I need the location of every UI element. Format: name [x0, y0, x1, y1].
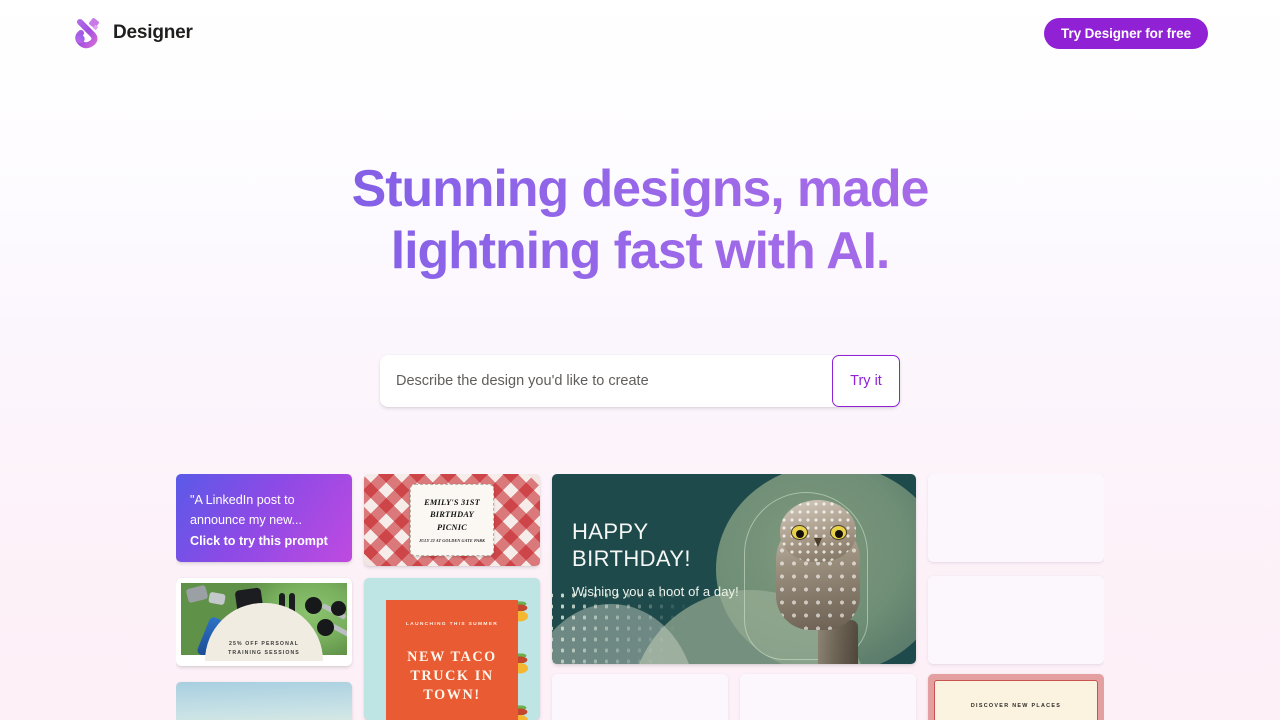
owl-eye-right — [830, 525, 847, 540]
taco-title-line-1: NEW TACO — [407, 649, 497, 665]
taco-title: NEW TACO TRUCK IN TOWN! — [407, 648, 497, 705]
try-it-button[interactable]: Try it — [832, 355, 900, 407]
prompt-cta-text: Click to try this prompt — [190, 534, 328, 548]
gallery-card-placeholder-1[interactable] — [928, 474, 1104, 562]
taco-wave-divider-bottom — [414, 715, 490, 716]
hero-section: Stunning designs, made lightning fast wi… — [0, 158, 1280, 282]
prompt-search-bar: Try it — [380, 355, 900, 407]
discover-title: DISCOVER NEW PLACES — [970, 703, 1062, 709]
owl-photo — [754, 496, 894, 664]
owl-head — [780, 500, 856, 562]
headline-line-2: lightning fast with AI. — [390, 222, 890, 280]
page-title: Stunning designs, made lightning fast wi… — [0, 158, 1280, 282]
photo-object-gadget-1 — [185, 584, 209, 604]
owl-card-text: HAPPY BIRTHDAY! Wishing you a hoot of a … — [572, 518, 739, 599]
gallery-card-sky[interactable] — [176, 682, 352, 720]
gallery-card-placeholder-2[interactable] — [928, 576, 1104, 664]
discover-inner-frame: DISCOVER NEW PLACES — [934, 680, 1098, 720]
prompt-quote-text: "A LinkedIn post to announce my new... — [190, 493, 303, 527]
fitness-line-2: TRAINING SESSIONS — [228, 650, 300, 656]
picnic-line-1: EMILY'S 31ST — [424, 497, 480, 507]
design-prompt-input[interactable] — [380, 355, 832, 407]
headline-line-1: Stunning designs, made — [351, 160, 929, 218]
gallery-card-birthday-picnic[interactable]: EMILY'S 31ST BIRTHDAY PICNIC JULY 22 AT … — [364, 474, 540, 566]
owl-title: HAPPY BIRTHDAY! — [572, 518, 739, 572]
taco-title-line-3: TOWN! — [423, 687, 481, 703]
try-designer-for-free-button[interactable]: Try Designer for free — [1044, 18, 1208, 49]
photo-object-gadget-2 — [208, 591, 226, 606]
picnic-line-2: BIRTHDAY — [430, 510, 474, 520]
picnic-line-3: PICNIC — [436, 522, 468, 532]
photo-object-weight-3 — [331, 601, 346, 616]
gallery-card-personal-training[interactable]: 25% OFF PERSONAL TRAINING SESSIONS — [176, 578, 352, 666]
template-gallery: "A LinkedIn post to announce my new... C… — [176, 474, 1104, 720]
gallery-card-placeholder-3[interactable] — [552, 674, 728, 720]
owl-dot-texture — [552, 590, 726, 664]
site-header: Designer Try Designer for free — [0, 0, 1280, 66]
taco-panel: LAUNCHING THIS SUMMER NEW TACO TRUCK IN … — [386, 600, 518, 720]
owl-title-line-2: BIRTHDAY! — [572, 546, 691, 571]
taco-eyebrow: LAUNCHING THIS SUMMER — [405, 622, 499, 627]
owl-eye-left — [791, 525, 808, 540]
picnic-label: EMILY'S 31ST BIRTHDAY PICNIC JULY 22 AT … — [410, 484, 494, 556]
taco-title-line-2: TRUCK IN — [410, 668, 494, 684]
taco-wave-divider-top — [414, 637, 490, 638]
gallery-card-taco-truck[interactable]: LAUNCHING THIS SUMMER NEW TACO TRUCK IN … — [364, 578, 540, 720]
owl-beak — [814, 538, 822, 547]
gallery-card-discover-new-places[interactable]: DISCOVER NEW PLACES — [928, 674, 1104, 720]
designer-wand-logo-icon — [72, 17, 102, 49]
gallery-card-happy-birthday-owl[interactable]: HAPPY BIRTHDAY! Wishing you a hoot of a … — [552, 474, 916, 664]
fitness-line-1: 25% OFF PERSONAL — [228, 641, 300, 647]
picnic-details: JULY 22 AT GOLDEN GATE PARK — [418, 538, 486, 544]
owl-title-line-1: HAPPY — [572, 519, 649, 544]
photo-object-weight-2 — [317, 619, 334, 636]
photo-object-weight-1 — [305, 597, 322, 614]
gallery-card-placeholder-4[interactable] — [740, 674, 916, 720]
brand-name: Designer — [113, 22, 193, 43]
brand[interactable]: Designer — [72, 17, 193, 49]
gallery-card-linkedin-prompt[interactable]: "A LinkedIn post to announce my new... C… — [176, 474, 352, 562]
owl-subtitle: Wishing you a hoot of a day! — [572, 584, 739, 599]
